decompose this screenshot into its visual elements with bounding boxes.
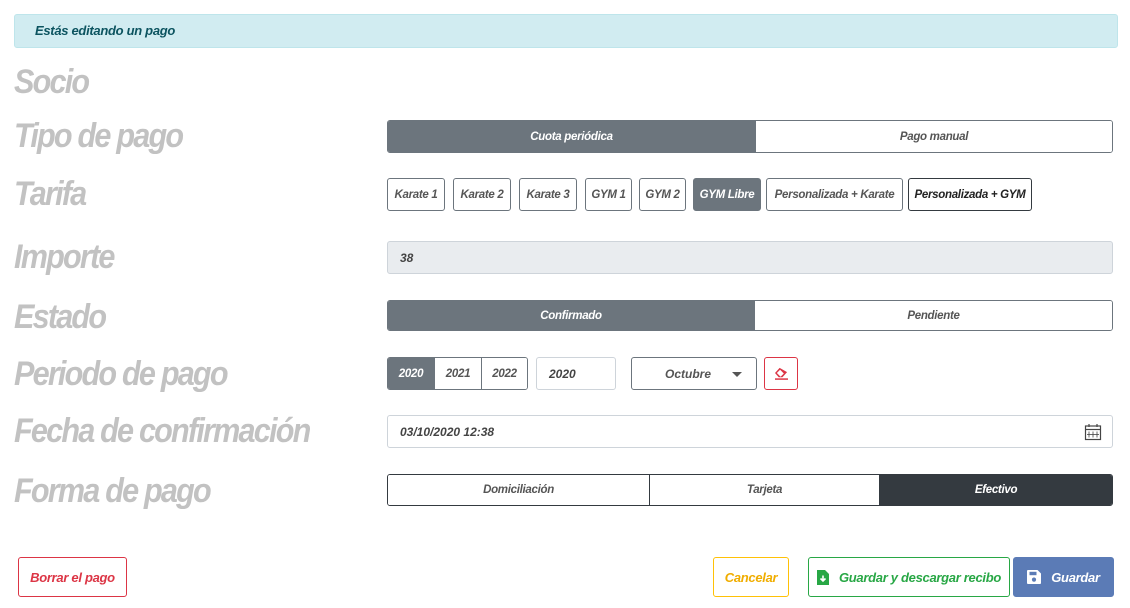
label-tipo-pago: Tipo de pago [14,117,184,155]
save-button[interactable]: Guardar [1013,557,1114,597]
tipo-pago-toggle: Cuota periódica Pago manual [387,120,1113,153]
label-importe: Importe [14,238,115,276]
label-forma-pago: Forma de pago [14,472,212,510]
year-2022[interactable]: 2022 [482,358,527,389]
save-download-button[interactable]: Guardar y descargar recibo [808,557,1010,597]
file-download-icon [816,569,829,585]
fecha-confirmacion-input[interactable]: 03/10/2020 12:38 [387,415,1113,448]
fecha-value: 03/10/2020 12:38 [400,424,495,439]
delete-payment-button[interactable]: Borrar el pago [18,557,127,597]
editing-notice: Estás editando un pago [14,14,1118,48]
label-tarifa: Tarifa [14,175,87,213]
month-value: Octubre [665,366,712,381]
option-pendiente[interactable]: Pendiente [755,301,1112,330]
clear-period-button[interactable] [764,357,798,390]
tarifa-karate-3[interactable]: Karate 3 [519,178,577,211]
forma-pago-toggle: Domiciliación Tarjeta Efectivo [387,474,1113,506]
tarifa-personalizada-karate[interactable]: Personalizada + Karate [766,178,903,211]
option-efectivo[interactable]: Efectivo [880,475,1112,505]
save-download-label: Guardar y descargar recibo [838,569,1001,585]
year-2021[interactable]: 2021 [435,358,482,389]
label-fecha: Fecha de confirmación [14,412,311,450]
tarifa-gym-1[interactable]: GYM 1 [585,178,632,211]
option-cuota-periodica[interactable]: Cuota periódica [388,121,756,152]
importe-field[interactable]: 38 [387,241,1113,274]
label-periodo: Periodo de pago [14,355,229,393]
year-toggle: 2020 2021 2022 [387,357,528,390]
eraser-icon [774,367,788,380]
option-pago-manual[interactable]: Pago manual [756,121,1112,152]
calendar-icon[interactable] [1084,423,1102,441]
tarifa-gym-2[interactable]: GYM 2 [639,178,686,211]
option-domiciliacion[interactable]: Domiciliación [388,475,650,505]
estado-toggle: Confirmado Pendiente [387,300,1113,331]
label-estado: Estado [14,298,107,336]
cancel-button[interactable]: Cancelar [713,557,789,597]
label-socio: Socio [14,63,90,101]
chevron-down-icon [732,372,742,377]
year-2020[interactable]: 2020 [388,358,435,389]
option-tarjeta[interactable]: Tarjeta [650,475,880,505]
tarifa-karate-1[interactable]: Karate 1 [387,178,445,211]
year-input[interactable]: 2020 [536,357,616,390]
tarifa-personalizada-gym[interactable]: Personalizada + GYM [908,178,1032,211]
month-select[interactable]: Octubre [631,357,757,390]
tarifa-karate-2[interactable]: Karate 2 [453,178,511,211]
save-icon [1027,570,1042,584]
tarifa-gym-libre[interactable]: GYM Libre [693,178,761,211]
option-confirmado[interactable]: Confirmado [388,301,755,330]
save-label: Guardar [1051,569,1100,585]
